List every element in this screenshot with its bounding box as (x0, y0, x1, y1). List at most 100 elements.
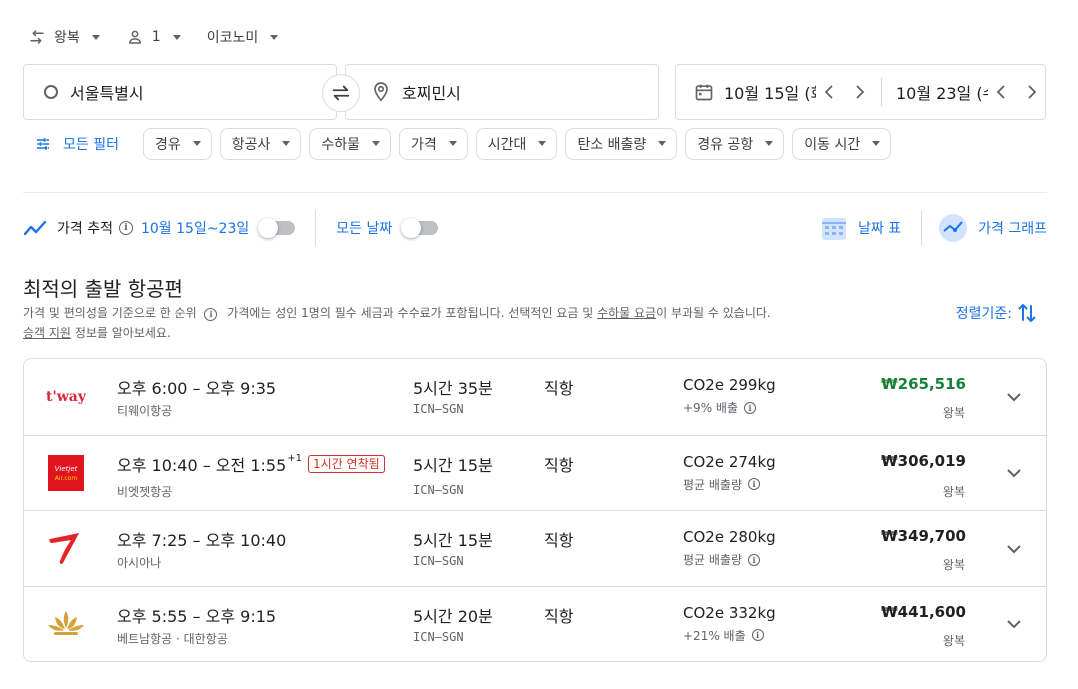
chevron-down-icon (538, 141, 547, 146)
trip-options-bar: 왕복 1 이코노미 (28, 22, 304, 52)
flight-times: 오후 5:55 – 오후 9:15 (117, 603, 276, 627)
filter-chip-times[interactable]: 시간대 (475, 127, 558, 160)
date-grid-button[interactable]: 날짜 표 (820, 214, 901, 242)
expand-button[interactable] (1002, 462, 1026, 486)
expand-button[interactable] (1002, 613, 1026, 637)
filter-chip-bags[interactable]: 수하물 (309, 127, 392, 160)
flight-route: ICN–SGN (413, 629, 464, 644)
chip-label: 수하물 (321, 136, 361, 153)
flight-route: ICN–SGN (413, 482, 464, 497)
passengers-select[interactable]: 1 (126, 28, 181, 46)
chevron-down-icon (658, 141, 667, 146)
info-icon[interactable]: i (748, 553, 761, 566)
flight-duration: 5시간 15분 (413, 531, 493, 550)
flight-stops: 직항 (544, 606, 574, 626)
delay-badge: 1시간 연착됨 (308, 454, 385, 473)
trip-type-select[interactable]: 왕복 (28, 27, 100, 47)
price-graph-button[interactable]: 가격 그래프 (938, 213, 1047, 243)
return-next-button[interactable] (1017, 85, 1046, 99)
any-dates-toggle[interactable] (401, 218, 439, 238)
filter-chip-connecting-airports[interactable]: 경유 공항 (685, 127, 785, 160)
flight-times: 오후 6:00 – 오후 9:35 (117, 375, 276, 399)
swap-arrows-icon (30, 30, 44, 44)
date-grid-label: 날짜 표 (858, 221, 902, 237)
view-options: 날짜 표 가격 그래프 (820, 210, 1047, 246)
depart-date-value: 10월 15일 (화) (724, 84, 816, 103)
flight-row[interactable]: Vietjet Air.com 오후 10:40 – 오전 1:55 +1 1시간 연… (24, 434, 1046, 511)
flight-row[interactable]: 오후 7:25 – 오후 10:40 아시아나 5시간 15분 ICN–SGN … (24, 510, 1046, 586)
info-icon[interactable]: i (204, 307, 218, 321)
filter-chip-emissions[interactable]: 탄소 배출량 (565, 127, 678, 160)
info-icon[interactable]: i (751, 629, 764, 641)
chevron-down-icon (765, 141, 774, 146)
svg-text:Air.com: Air.com (55, 475, 78, 482)
any-dates-label: 모든 날짜 (336, 221, 393, 237)
sort-button[interactable]: 정렬기준: (956, 302, 1036, 324)
info-icon[interactable]: i (748, 478, 761, 490)
swap-icon (332, 85, 350, 101)
any-dates: 모든 날짜 (336, 218, 439, 238)
flight-price: ₩441,600 (881, 602, 966, 621)
all-filters-label: 모든 필터 (63, 136, 119, 153)
all-filters-button[interactable]: 모든 필터 (23, 134, 131, 154)
filter-chip-stops[interactable]: 경유 (142, 127, 212, 160)
info-icon[interactable]: i (744, 401, 756, 414)
chevron-down-icon (448, 141, 457, 146)
airline-name: 티웨이항공 (117, 404, 173, 418)
chip-label: 탄소 배출량 (577, 136, 647, 153)
bag-fees-link[interactable]: 수하물 요금 (597, 306, 656, 320)
expand-button[interactable] (1002, 537, 1026, 561)
return-date-field[interactable]: 10월 23일 (수) (896, 65, 988, 119)
destination-field[interactable]: 호찌민시 (345, 64, 659, 120)
return-date-value: 10월 23일 (수) (895, 84, 988, 103)
emission-text: 평균 배출량 (683, 477, 743, 492)
dates-field: 10월 15일 (화) 10월 23일 (수) (675, 64, 1046, 120)
chip-label: 경유 공항 (697, 136, 754, 153)
depart-date-field[interactable]: 10월 15일 (화) (676, 65, 816, 119)
times-text: 오후 6:00 – 오후 9:35 (117, 379, 277, 398)
flight-list: t'way 오후 6:00 – 오후 9:35 티웨이항공 5시간 35분 IC… (23, 358, 1047, 662)
depart-prev-button[interactable] (816, 85, 845, 99)
flight-duration: 5시간 35분 (413, 379, 493, 398)
divider (315, 210, 317, 246)
emission-note: +9% 배출 i (683, 399, 756, 416)
filter-chip-duration[interactable]: 이동 시간 (792, 127, 892, 160)
chevron-down-icon (192, 141, 201, 146)
person-icon (128, 30, 141, 44)
chevron-down-icon (1007, 620, 1021, 629)
chip-label: 가격 (411, 136, 437, 153)
flight-row[interactable]: t'way 오후 6:00 – 오후 9:35 티웨이항공 5시간 35분 IC… (24, 359, 1046, 435)
filter-chip-airlines[interactable]: 항공사 (219, 127, 302, 160)
swap-locations-button[interactable] (322, 74, 360, 112)
flight-stops: 직항 (544, 455, 574, 475)
chip-label: 이동 시간 (804, 136, 861, 153)
date-grid-icon (822, 218, 847, 240)
filter-chip-price[interactable]: 가격 (399, 127, 468, 160)
depart-next-button[interactable] (845, 85, 874, 99)
chevron-down-icon (372, 141, 381, 146)
divider (23, 192, 1047, 193)
return-prev-button[interactable] (988, 85, 1017, 99)
co2-value: CO2e 332kg (683, 603, 776, 622)
chip-label: 경유 (154, 136, 181, 153)
origin-field[interactable]: 서울특별시 (23, 64, 337, 120)
emission-text: +21% 배출 (683, 628, 746, 643)
flight-row[interactable]: 오후 5:55 – 오후 9:15 베트남항공 · 대한항공 5시간 20분 I… (24, 585, 1046, 662)
airline-name: 베트남항공 · 대한항공 (117, 631, 228, 646)
co2-value: CO2e 280kg (683, 528, 776, 546)
info-icon[interactable]: i (118, 221, 133, 235)
flight-duration: 5시간 15분 (413, 455, 493, 475)
origin-circle-icon (44, 85, 58, 99)
cabin-class-select[interactable]: 이코노미 (207, 27, 279, 47)
price-note-end: 이 부과될 수 있습니다. (656, 306, 771, 320)
results-note: 가격 및 편의성을 기준으로 한 순위 i 가격에는 성인 1명의 필수 세금과… (23, 303, 923, 343)
flight-route: ICN–SGN (413, 402, 464, 416)
chevron-down-icon (1007, 392, 1021, 401)
price-type: 왕복 (942, 558, 965, 572)
chevron-down-icon (282, 141, 291, 146)
track-prices-toggle[interactable] (258, 218, 296, 238)
flight-times: 오후 10:40 – 오전 1:55 +1 1시간 연착됨 (117, 452, 385, 476)
expand-button[interactable] (1002, 385, 1026, 409)
passenger-assistance-link[interactable]: 승객 지원 (23, 326, 71, 340)
airline-name: 아시아나 (117, 556, 162, 570)
